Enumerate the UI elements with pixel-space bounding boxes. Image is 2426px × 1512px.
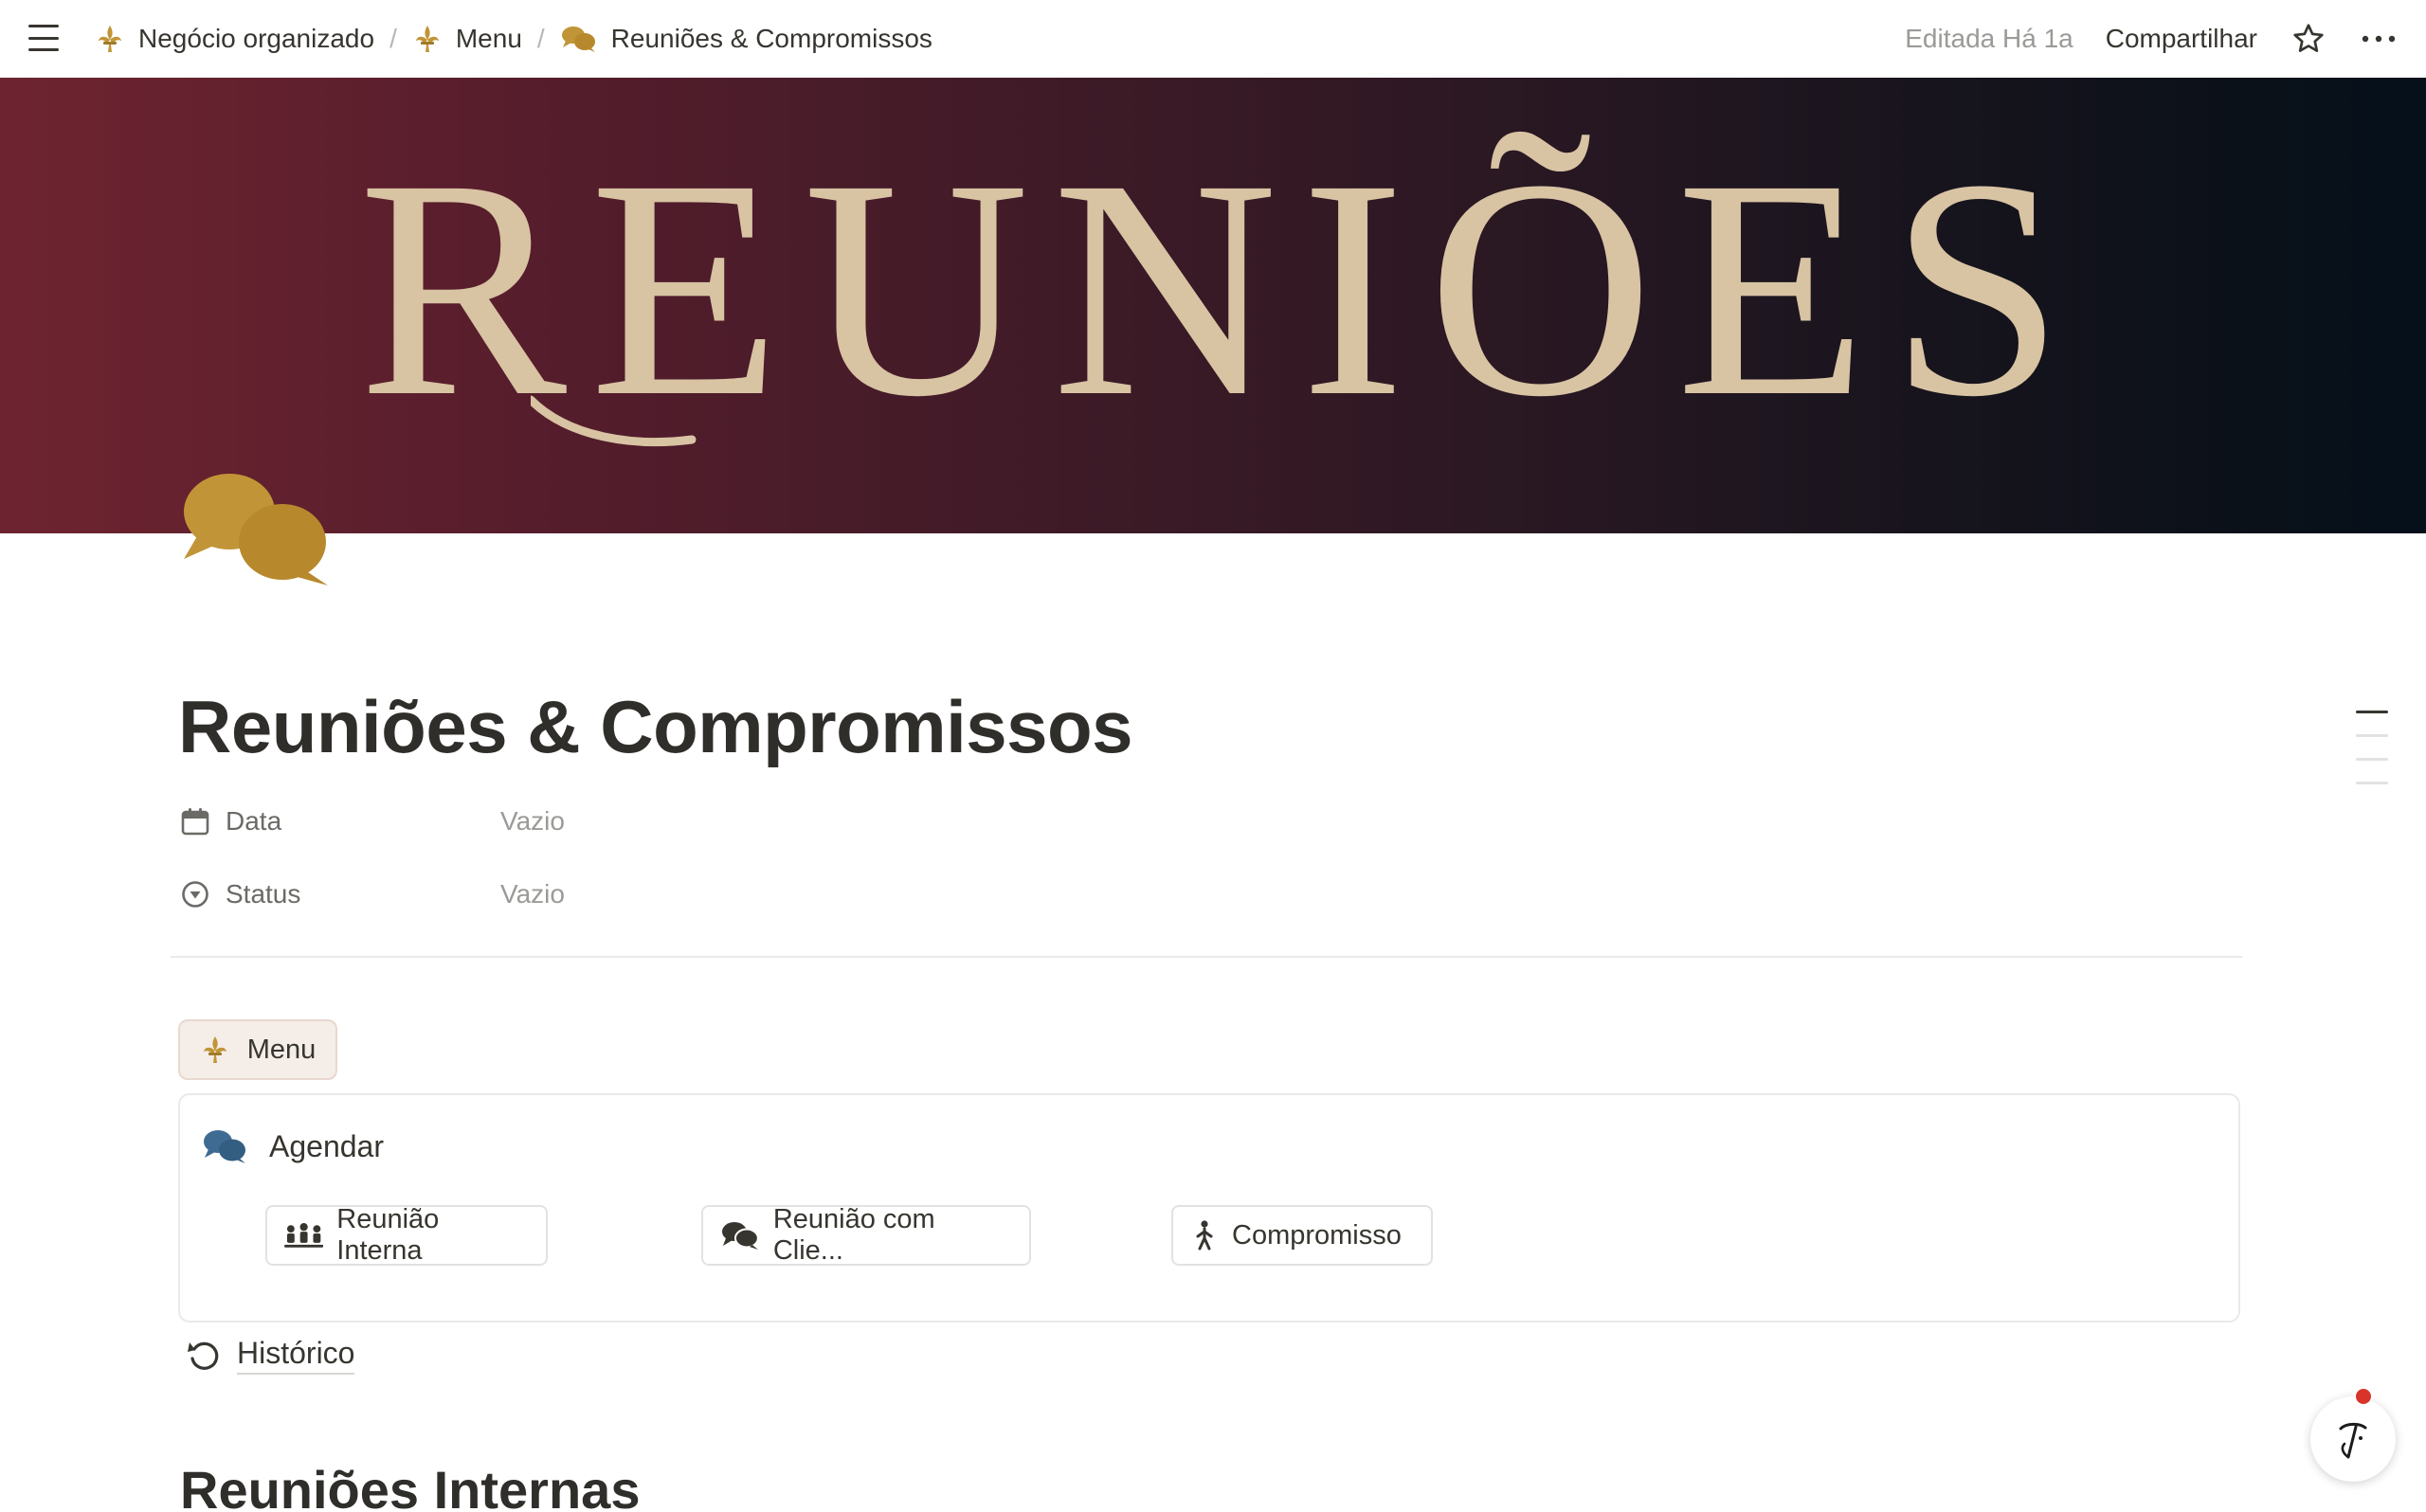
breadcrumb-item-current-page[interactable]: Reuniões & Compromissos [554,20,938,58]
page-cover[interactable]: REUNIÕES [0,78,2426,533]
agendar-callout: Agendar Reunião Interna Reunião com Clie… [178,1093,2240,1323]
last-edited-label: Editada Há 1a [1905,24,2073,53]
fleur-de-lis-icon [99,26,121,52]
section-heading: Reuniões Internas [180,1460,641,1512]
button-label: Reunião Interna [336,1204,440,1266]
breadcrumb-label: Reuniões & Compromissos [610,24,932,53]
property-row-data[interactable]: Data Vazio [180,801,565,842]
breadcrumb-separator: / [536,24,545,53]
favorite-star-icon[interactable] [2290,20,2327,58]
speech-bubbles-icon [561,27,595,52]
share-button[interactable]: Compartilhar [2106,24,2257,54]
reuniao-com-cliente-button[interactable]: Reunião com Clie... [701,1204,1031,1266]
property-value-empty[interactable]: Vazio [500,806,565,837]
breadcrumb-label: Negócio organizado [138,24,375,53]
assistant-face-icon [2339,1422,2367,1459]
breadcrumb-separator: / [389,24,397,53]
speech-bubbles-icon [721,1222,759,1250]
speech-bubbles-icon[interactable] [176,468,334,587]
breadcrumb-label: Menu [455,24,522,53]
reuniao-interna-button[interactable]: Reunião Interna [265,1204,548,1266]
callout-header: Agendar [201,1127,384,1165]
button-label: Compromisso [1232,1219,1402,1251]
property-row-status[interactable]: Status Vazio [180,873,565,915]
notification-dot [2354,1387,2373,1406]
breadcrumb: Negócio organizado / Menu / Reuniões & C… [89,17,938,61]
page-title[interactable]: Reuniões & Compromissos [178,684,1133,770]
breadcrumb-item-menu[interactable]: Menu [407,20,528,58]
fleur-de-lis-icon [415,26,439,52]
properties-divider [171,956,2242,958]
fleur-de-lis-icon [203,1036,226,1063]
people-group-icon [284,1223,324,1248]
historico-label: Histórico [237,1336,355,1375]
property-label: Status [226,879,301,909]
menu-button-label: Menu [246,1034,317,1065]
compromisso-button[interactable]: Compromisso [1171,1205,1433,1266]
callout-title: Agendar [269,1128,384,1163]
speech-bubbles-icon [204,1130,245,1163]
button-label: Reunião com Clie... [772,1204,935,1266]
status-icon [182,881,208,908]
property-name: Status [180,879,500,909]
sidebar-toggle-icon[interactable] [25,21,63,55]
walking-person-icon [1196,1220,1213,1251]
calendar-icon [181,808,209,836]
breadcrumb-item-negocio[interactable]: Negócio organizado [89,20,380,58]
cover-flourish [531,395,697,447]
top-bar: Negócio organizado / Menu / Reuniões & C… [0,0,2426,78]
historico-link[interactable]: Histórico [186,1336,355,1375]
history-icon [188,1341,219,1370]
property-value-empty[interactable]: Vazio [500,879,565,909]
menu-button[interactable]: Menu [178,1019,337,1080]
property-name: Data [180,806,500,837]
table-of-contents-indicator[interactable] [2356,711,2388,805]
property-label: Data [226,806,282,836]
help-assistant-button[interactable] [2310,1396,2396,1482]
cover-title: REUNIÕES [358,116,2087,461]
more-options-icon[interactable] [2360,20,2398,58]
topbar-actions: Editada Há 1a Compartilhar [1905,17,2398,61]
